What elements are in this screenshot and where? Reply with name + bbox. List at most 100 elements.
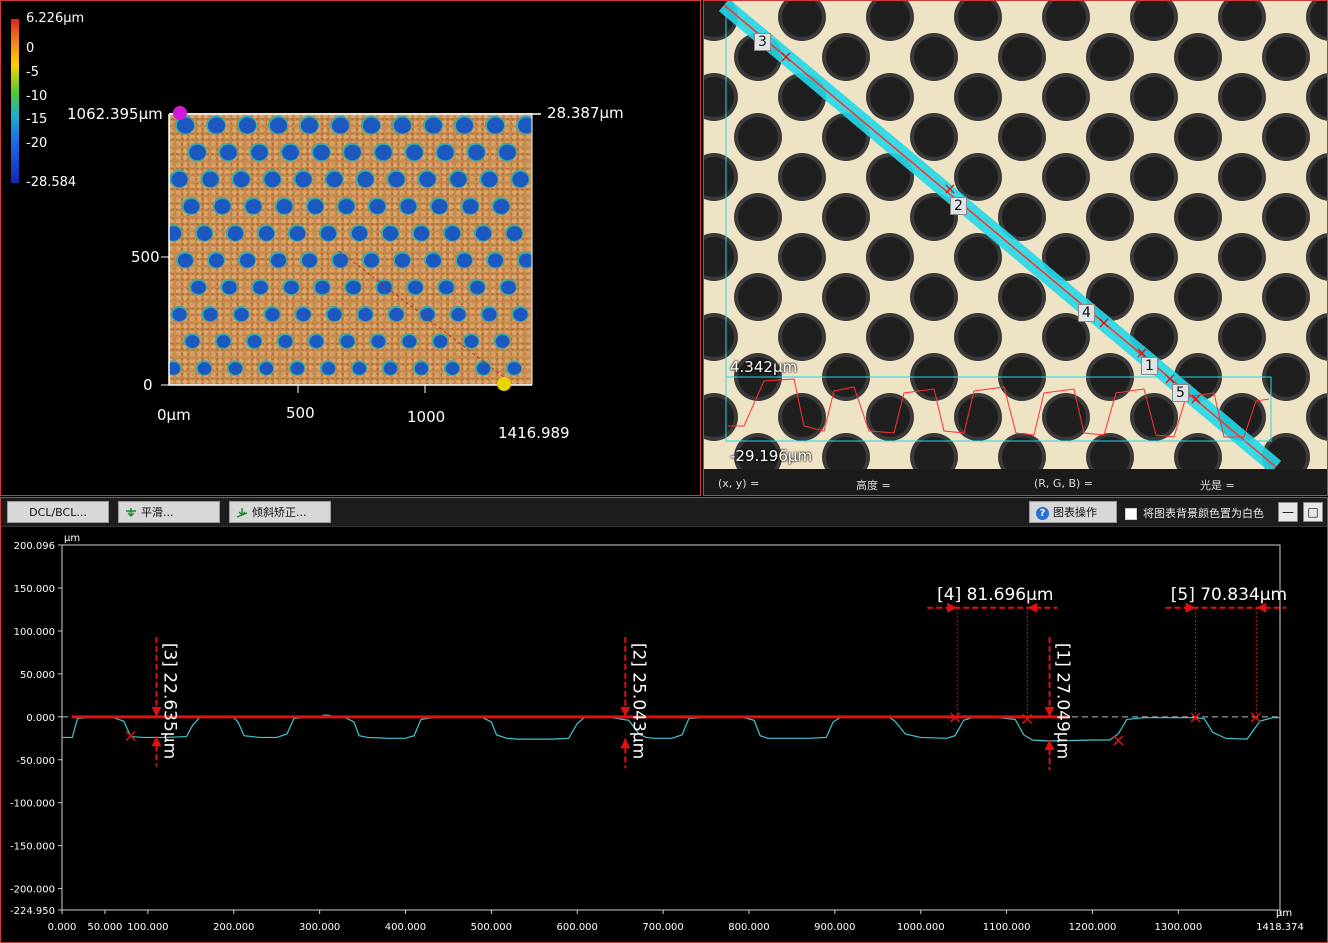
pit	[425, 117, 442, 134]
brightness-readout: 光是 =	[1200, 479, 1235, 492]
pit	[271, 253, 286, 268]
pit	[371, 335, 386, 348]
pit	[414, 362, 429, 375]
pit	[245, 199, 262, 214]
pit	[296, 307, 311, 322]
pit	[327, 307, 342, 322]
pit	[240, 253, 255, 268]
dcl-bcl-button[interactable]: DCL/BCL...	[7, 501, 109, 523]
y-tick-label: -150.000	[10, 842, 55, 853]
measure-point-cross: ×	[1189, 389, 1202, 408]
pit	[346, 280, 361, 295]
hole-center	[826, 277, 866, 317]
profile-start-handle[interactable]	[173, 106, 187, 120]
hole-center	[1134, 237, 1174, 277]
pit	[265, 307, 280, 322]
colorbar-label: -5	[26, 65, 39, 80]
pit	[351, 226, 368, 241]
pit	[340, 335, 355, 348]
y-tick-label: -100.000	[10, 799, 55, 810]
pit	[208, 117, 225, 134]
hole-center	[1178, 117, 1218, 157]
profile-marker: ×	[948, 707, 963, 728]
hole-center	[1090, 117, 1130, 157]
minimize-button[interactable]: —	[1278, 502, 1298, 522]
pit	[426, 253, 441, 268]
pit	[495, 335, 510, 348]
colorbar-label: 0	[26, 41, 35, 56]
y-tick-label: 200.096	[14, 541, 55, 552]
hole-center	[1090, 37, 1130, 77]
x-tick-label: 300.000	[299, 922, 340, 933]
x-tick-label: 900.000	[814, 922, 855, 933]
measure-point-cross: ×	[943, 179, 956, 198]
line-marker-3[interactable]: 3	[754, 33, 771, 51]
dcl-bcl-label: DCL/BCL...	[29, 506, 87, 519]
line-marker-5[interactable]: 5	[1172, 384, 1189, 402]
x-tick-label: 100.000	[127, 922, 168, 933]
pit	[457, 253, 472, 268]
white-background-checkbox[interactable]: 将图表背景颜色置为白色	[1125, 505, 1264, 521]
line-marker-1[interactable]: 1	[1141, 357, 1158, 375]
pit	[320, 226, 337, 241]
pit	[209, 253, 224, 268]
line-marker-2[interactable]: 2	[950, 197, 967, 215]
pit	[222, 280, 237, 295]
pit	[234, 307, 249, 322]
pit	[382, 226, 399, 241]
pit	[216, 335, 231, 348]
dimension-label: [4] 81.696µm	[937, 585, 1053, 605]
height-min-label: -29.196µm	[730, 447, 813, 465]
hole-center	[1002, 277, 1042, 317]
y-tick-label: -200.000	[10, 885, 55, 896]
pit	[394, 117, 411, 134]
pit	[214, 199, 231, 214]
optical-microscope-image[interactable]: × × × × × × 3 2 4 1 5 4.342µm -29.196µm	[704, 1, 1327, 469]
maximize-button[interactable]: □	[1303, 502, 1323, 522]
pit	[203, 307, 218, 322]
line-marker-4[interactable]: 4	[1078, 304, 1095, 322]
optical-image-view[interactable]: × × × × × × 3 2 4 1 5 4.342µm -29.196µm (x, y…	[703, 0, 1328, 496]
hole-center	[1134, 397, 1174, 437]
pit	[462, 199, 479, 214]
pit	[196, 226, 213, 241]
pit	[501, 280, 516, 295]
profile-marker: ×	[1248, 707, 1263, 728]
x-tick-label: 1300.000	[1154, 922, 1202, 933]
pit	[309, 335, 324, 348]
pit	[487, 117, 504, 134]
optical-overlay: ××××××	[704, 1, 1327, 469]
pit	[253, 280, 268, 295]
checkbox-box[interactable]	[1125, 508, 1137, 520]
profile-chart[interactable]: 200.096 150.000 100.000 50.000 0.000 -50.000 -…	[1, 526, 1327, 942]
tilt-correction-button[interactable]: 倾斜矫正...	[229, 501, 331, 523]
chart-operations-label: 图表操作	[1053, 506, 1097, 519]
x-tick-label: 50.000	[87, 922, 122, 933]
surface-3d-view[interactable]: 6.226µm 0 -5 -10 -15 -20 -28.584 1062.39…	[0, 0, 701, 496]
pit	[276, 199, 293, 214]
colorbar-label: -10	[26, 89, 48, 104]
tilt-correction-icon	[236, 508, 248, 518]
y-axis-tick-label: 500	[131, 248, 160, 266]
hole-center	[914, 37, 954, 77]
y-tick-label: 50.000	[20, 670, 55, 681]
hole-center	[1266, 357, 1306, 397]
profile-end-handle[interactable]	[497, 377, 511, 391]
pit	[400, 199, 417, 214]
profile-marker: ×	[123, 726, 138, 747]
pit	[357, 171, 374, 188]
chart-operations-button[interactable]: ? 图表操作	[1029, 501, 1117, 523]
smooth-button[interactable]: 平滑...	[118, 501, 220, 523]
pit	[172, 307, 187, 322]
pit	[513, 307, 528, 322]
hole-center	[870, 77, 910, 117]
xy-readout: (x, y) =	[718, 477, 760, 490]
pit	[475, 226, 492, 241]
pit	[468, 144, 485, 161]
measure-point-cross: ×	[779, 47, 792, 66]
pit	[321, 362, 336, 375]
hole-center	[958, 237, 998, 277]
hole-center	[782, 317, 822, 357]
pit	[507, 362, 522, 375]
surface-height-map[interactable]	[169, 113, 532, 385]
